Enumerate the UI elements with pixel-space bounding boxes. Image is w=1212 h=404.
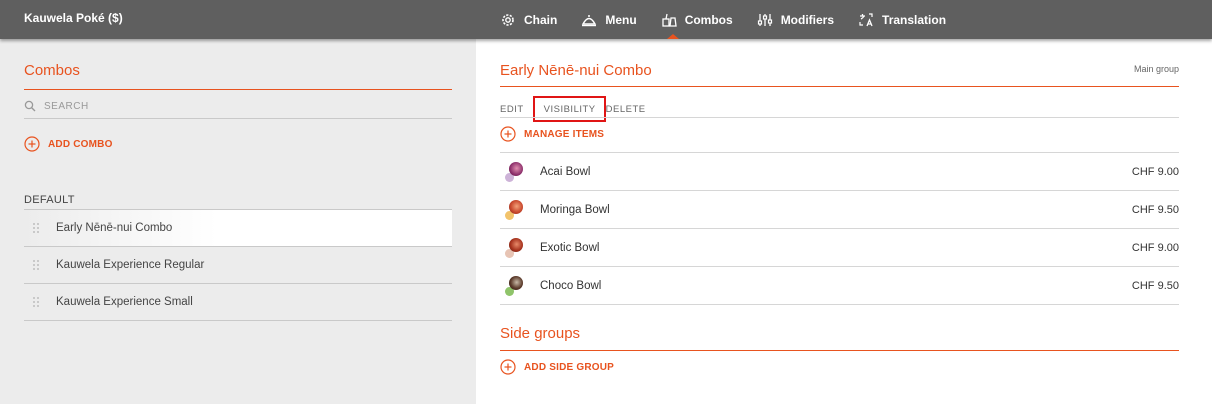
sidebar-divider xyxy=(24,89,452,90)
combo-items-list: Acai Bowl CHF 9.00 Moringa Bowl CHF 9.50… xyxy=(500,153,1179,305)
combo-item-label: Kauwela Experience Small xyxy=(56,296,193,308)
item-thumbnail xyxy=(504,199,526,221)
combo-item[interactable]: Kauwela Experience Small xyxy=(24,284,452,321)
item-price: CHF 9.00 xyxy=(1131,241,1179,254)
title-divider xyxy=(500,86,1179,87)
item-name: Moringa Bowl xyxy=(540,203,610,216)
plus-circle-icon xyxy=(500,359,516,375)
visibility-tab[interactable]: VISIBILITY xyxy=(532,96,606,122)
add-combo-button[interactable]: ADD COMBO xyxy=(24,136,113,152)
main-group-badge: Main group xyxy=(1133,64,1179,74)
add-combo-label: ADD COMBO xyxy=(48,138,113,150)
add-side-group-label: ADD SIDE GROUP xyxy=(524,361,615,373)
nav-combos[interactable]: Combos xyxy=(661,0,733,39)
drag-handle-icon[interactable] xyxy=(32,295,40,309)
plus-circle-icon xyxy=(24,136,40,152)
nav-menu[interactable]: Menu xyxy=(581,0,637,39)
search-input[interactable] xyxy=(44,100,434,112)
add-side-group-button[interactable]: ADD SIDE GROUP xyxy=(500,359,614,375)
search-icon xyxy=(24,100,36,112)
combo-item[interactable]: Kauwela Experience Regular xyxy=(24,247,452,284)
item-name: Acai Bowl xyxy=(540,165,591,178)
side-groups-title: Side groups xyxy=(500,325,581,342)
side-groups-divider xyxy=(500,350,1179,351)
list-item[interactable]: Acai Bowl CHF 9.00 xyxy=(500,153,1179,191)
nav-translation[interactable]: Translation xyxy=(858,0,946,39)
item-thumbnail xyxy=(504,237,526,259)
sidebar-title: Combos xyxy=(24,62,80,79)
combo-list: Early Nēnē-nui Combo Kauwela Experience … xyxy=(24,210,452,321)
item-price: CHF 9.00 xyxy=(1131,165,1179,178)
translate-icon xyxy=(859,12,873,26)
combo-item-label: Kauwela Experience Regular xyxy=(56,259,205,271)
combo-icon xyxy=(662,13,677,27)
nav-translation-label: Translation xyxy=(882,12,947,27)
delete-tab[interactable]: DELETE xyxy=(606,104,646,115)
item-price: CHF 9.50 xyxy=(1131,279,1179,292)
search-bar xyxy=(24,96,452,116)
nav-chain[interactable]: Chain xyxy=(500,0,557,39)
nav-combos-label: Combos xyxy=(684,12,733,27)
manage-items-button[interactable]: MANAGE ITEMS xyxy=(500,126,604,142)
nav-modifiers-label: Modifiers xyxy=(780,12,835,27)
restaurant-name[interactable]: Kauwela Poké ($) xyxy=(24,11,123,25)
sliders-icon xyxy=(757,13,772,26)
drag-handle-icon[interactable] xyxy=(32,221,40,235)
top-bar: Kauwela Poké ($) Chain Menu Combos Modif… xyxy=(0,0,1212,39)
combo-title: Early Nēnē-nui Combo xyxy=(500,62,652,79)
gear-icon xyxy=(502,13,514,26)
combo-item[interactable]: Early Nēnē-nui Combo xyxy=(24,210,452,247)
list-item[interactable]: Moringa Bowl CHF 9.50 xyxy=(500,191,1179,229)
edit-tab[interactable]: EDIT xyxy=(500,104,524,115)
item-name: Choco Bowl xyxy=(540,279,602,292)
group-label: DEFAULT xyxy=(24,194,75,206)
list-item[interactable]: Exotic Bowl CHF 9.00 xyxy=(500,229,1179,267)
list-item[interactable]: Choco Bowl CHF 9.50 xyxy=(500,267,1179,305)
action-tabs: EDIT VISIBILITY DELETE xyxy=(500,96,646,122)
cloche-icon xyxy=(582,14,597,26)
sidebar: Combos ADD COMBO DEFAULT Early Nēnē-nui … xyxy=(0,39,476,404)
plus-circle-icon xyxy=(500,126,516,142)
item-thumbnail xyxy=(504,275,526,297)
manage-items-label: MANAGE ITEMS xyxy=(524,128,605,140)
nav-menu-label: Menu xyxy=(605,12,637,27)
nav-modifiers[interactable]: Modifiers xyxy=(757,0,834,39)
combo-item-label: Early Nēnē-nui Combo xyxy=(56,222,173,234)
drag-handle-icon[interactable] xyxy=(32,258,40,272)
main-nav: Chain Menu Combos Modifiers Translation xyxy=(500,0,970,39)
item-price: CHF 9.50 xyxy=(1131,203,1179,216)
tabs-divider xyxy=(500,117,1179,118)
active-indicator xyxy=(666,34,679,39)
nav-chain-label: Chain xyxy=(524,12,558,27)
search-divider xyxy=(24,118,452,119)
item-name: Exotic Bowl xyxy=(540,241,600,254)
item-thumbnail xyxy=(504,161,526,183)
combo-detail: Early Nēnē-nui Combo Main group EDIT VIS… xyxy=(500,39,1179,404)
